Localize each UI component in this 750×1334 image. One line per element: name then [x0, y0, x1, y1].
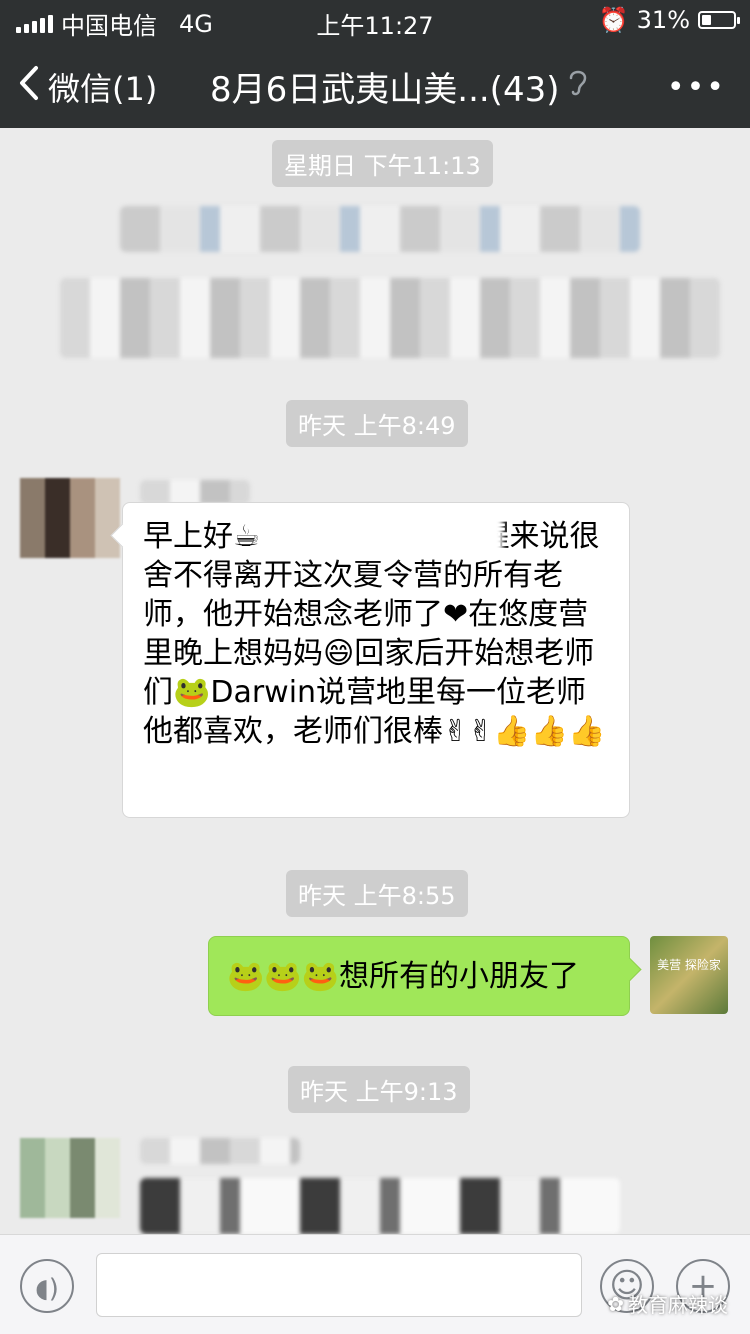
wechat-icon: ✿ — [607, 1291, 624, 1316]
status-right: ⏰ 31% — [598, 6, 740, 34]
more-button[interactable]: ••• — [667, 70, 726, 105]
timestamp: 星期日 下午11:13 — [272, 140, 493, 187]
self-avatar[interactable]: 美营 探险家 — [650, 936, 728, 1014]
back-button[interactable]: 微信(1) — [18, 64, 157, 110]
voice-button[interactable]: ◖) — [20, 1259, 74, 1313]
battery-icon — [698, 11, 740, 29]
input-bar: ◖) ☺ + ✿ 教育麻辣谈 — [0, 1234, 750, 1334]
self-avatar-text: 美营 探险家 — [657, 958, 721, 972]
chat-title: 8月6日武夷山美...(43) — [210, 62, 589, 111]
timestamp: 昨天 上午9:13 — [288, 1066, 470, 1113]
message-bubble[interactable]: 🐸🐸🐸想所有的小朋友了 — [208, 936, 630, 1016]
sender-name — [140, 480, 250, 504]
blurred-content — [60, 278, 720, 358]
message-bubble[interactable]: 早上好☕ rwin早上醒来说很舍不得离开这次夏令营的所有老师，他开始想念老师了❤… — [122, 502, 630, 818]
message-input[interactable] — [96, 1253, 582, 1317]
chat-area[interactable]: 星期日 下午11:13 昨天 上午8:49 早上好☕ rwin早上醒来说很舍不得… — [0, 128, 750, 1234]
status-bar: 中国电信 4G 上午11:27 ⏰ 31% — [0, 0, 750, 40]
nav-bar: 微信(1) 8月6日武夷山美...(43) ••• — [0, 40, 750, 128]
watermark: ✿ 教育麻辣谈 — [607, 1289, 728, 1318]
voice-icon: ◖) — [35, 1274, 59, 1304]
chevron-left-icon — [18, 65, 40, 109]
blurred-content — [120, 206, 640, 252]
sender-name — [140, 1138, 300, 1164]
message-text: 🐸🐸🐸想所有的小朋友了 — [227, 959, 580, 994]
timestamp: 昨天 上午8:49 — [286, 400, 468, 447]
blurred-content — [140, 1178, 620, 1234]
timestamp: 昨天 上午8:55 — [286, 870, 468, 917]
battery-fill — [702, 15, 712, 25]
avatar[interactable] — [20, 1138, 120, 1218]
alarm-icon: ⏰ — [598, 6, 629, 34]
avatar[interactable] — [20, 478, 120, 558]
battery-percent: 31% — [636, 6, 690, 34]
watermark-text: 教育麻辣谈 — [628, 1293, 728, 1317]
back-label: 微信(1) — [48, 70, 158, 108]
chat-title-text: 8月6日武夷山美...(43) — [210, 70, 560, 110]
blurred-content — [265, 509, 503, 557]
ear-icon — [567, 66, 589, 107]
